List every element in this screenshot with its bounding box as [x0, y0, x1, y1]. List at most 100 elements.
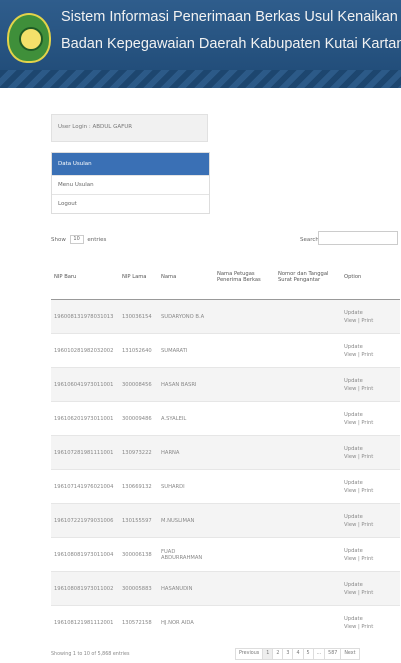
cell-option: Update View | Print: [341, 333, 400, 368]
table-row: 196107281981111001 130973222 HARNA Update Vi…: [51, 435, 400, 470]
menu-item-data-usulan[interactable]: Data Usulan: [52, 153, 209, 175]
cell-nomor-surat: [275, 401, 341, 436]
cell-nama: SUHARDI: [158, 469, 214, 504]
cell-nama: FUAD ABDURRAHMAN: [158, 537, 214, 572]
cell-nama: M.NUSLIMAN: [158, 503, 214, 538]
col-nip-baru[interactable]: NIP Baru: [51, 255, 119, 300]
show-label: Show: [51, 237, 66, 243]
cell-nomor-surat: [275, 469, 341, 504]
cell-nip-baru: 196008131978031013: [51, 299, 119, 334]
cell-nip-baru: 196107281981111001: [51, 435, 119, 470]
update-link[interactable]: Update: [344, 411, 397, 419]
table-row: 196107221979031006 130155597 M.NUSLIMAN Upd…: [51, 503, 400, 538]
side-menu: Data Usulan Menu Usulan Logout: [51, 152, 210, 214]
update-link[interactable]: Update: [344, 615, 397, 623]
table-row: 196010281982032002 131052640 SUMARATI Updat…: [51, 333, 400, 368]
cell-nama: SUMARATI: [158, 333, 214, 368]
menu-item-logout[interactable]: Logout: [52, 194, 209, 213]
cell-nip-lama: 130973222: [119, 435, 158, 470]
cell-nip-baru: 196107221979031006: [51, 503, 119, 538]
view-print-link[interactable]: View | Print: [344, 385, 397, 393]
cell-option: Update View | Print: [341, 367, 400, 402]
cell-nip-lama: 300005883: [119, 571, 158, 606]
view-print-link[interactable]: View | Print: [344, 555, 397, 563]
cell-option: Update View | Print: [341, 605, 400, 639]
update-link[interactable]: Update: [344, 513, 397, 521]
cell-nomor-surat: [275, 571, 341, 606]
cell-option: Update View | Print: [341, 435, 400, 470]
pagination: Previous 1 2 3 4 5... 587 Next: [235, 648, 360, 660]
view-print-link[interactable]: View | Print: [344, 623, 397, 631]
update-link[interactable]: Update: [344, 547, 397, 555]
header-title: Sistem Informasi Penerimaan Berkas Usul …: [61, 9, 401, 25]
cell-nip-baru: 196108121981112001: [51, 605, 119, 639]
cell-nama: HASANUDIN: [158, 571, 214, 606]
kutai-kartanegara-logo-icon: [7, 13, 51, 63]
page-button[interactable]: Previous: [235, 648, 264, 660]
table-row: 196106201973011001 300009486 A.SYALEIL Upda…: [51, 401, 400, 436]
cell-option: Update View | Print: [341, 503, 400, 538]
table-row: 196008131978031013 130036154 SUDARYONO B.A…: [51, 299, 400, 334]
page-length-select[interactable]: 10: [69, 235, 84, 244]
cell-nomor-surat: [275, 435, 341, 470]
site-header: Sistem Informasi Penerimaan Berkas Usul …: [0, 0, 401, 88]
cell-nip-baru: 196010281982032002: [51, 333, 119, 368]
cell-petugas: [214, 503, 275, 538]
cell-nip-baru: 196108081973011004: [51, 537, 119, 572]
view-print-link[interactable]: View | Print: [344, 589, 397, 597]
entries-label: entries: [87, 237, 107, 243]
table-row: 196107141976021004 130669132 SUHARDI Update…: [51, 469, 400, 504]
view-print-link[interactable]: View | Print: [344, 419, 397, 427]
view-print-link[interactable]: View | Print: [344, 453, 397, 461]
cell-petugas: [214, 367, 275, 402]
update-link[interactable]: Update: [344, 479, 397, 487]
cell-petugas: [214, 435, 275, 470]
header-subtitle: Badan Kepegawaian Daerah Kabupaten Kutai…: [61, 36, 401, 52]
search-input[interactable]: [318, 231, 398, 245]
table-row: 196108081973011002 300005883 HASANUDIN Upda…: [51, 571, 400, 606]
header-decorative-band: [0, 70, 401, 88]
update-link[interactable]: Update: [344, 445, 397, 453]
update-link[interactable]: Update: [344, 343, 397, 351]
cell-petugas: [214, 605, 275, 639]
cell-nip-baru: 196106201973011001: [51, 401, 119, 436]
view-print-link[interactable]: View | Print: [344, 487, 397, 495]
table-info: Showing 1 to 10 of 5,868 entries: [51, 652, 130, 657]
cell-petugas: [214, 299, 275, 334]
menu-item-menu-usulan[interactable]: Menu Usulan: [52, 175, 209, 194]
cell-nama: A.SYALEIL: [158, 401, 214, 436]
page-button[interactable]: Next: [340, 648, 360, 660]
cell-nama: HJ.NOR AIDA: [158, 605, 214, 639]
cell-petugas: [214, 571, 275, 606]
update-link[interactable]: Update: [344, 309, 397, 317]
cell-nip-lama: 131052640: [119, 333, 158, 368]
cell-nip-lama: 300009486: [119, 401, 158, 436]
col-nomor-surat[interactable]: Nomor dan Tanggal Surat Pengantar: [275, 255, 341, 300]
page-button[interactable]: 587: [324, 648, 342, 660]
cell-nama: SUDARYONO B.A: [158, 299, 214, 334]
cell-nip-lama: 300006138: [119, 537, 158, 572]
cell-option: Update View | Print: [341, 401, 400, 436]
cell-nomor-surat: [275, 503, 341, 538]
cell-nomor-surat: [275, 605, 341, 639]
col-petugas[interactable]: Nama Petugas Penerima Berkas: [214, 255, 275, 300]
table-row: 196108081973011004 300006138 FUAD ABDURRAH…: [51, 537, 400, 572]
cell-nip-baru: 196106041973011001: [51, 367, 119, 402]
col-option[interactable]: Option: [341, 255, 400, 300]
cell-petugas: [214, 469, 275, 504]
cell-nip-lama: 130572158: [119, 605, 158, 639]
col-nip-lama[interactable]: NIP Lama: [119, 255, 158, 300]
view-print-link[interactable]: View | Print: [344, 317, 397, 325]
update-link[interactable]: Update: [344, 377, 397, 385]
cell-nip-baru: 196108081973011002: [51, 571, 119, 606]
view-print-link[interactable]: View | Print: [344, 351, 397, 359]
update-link[interactable]: Update: [344, 581, 397, 589]
cell-option: Update View | Print: [341, 299, 400, 334]
page-length-control: Show 10 entries: [51, 235, 106, 244]
cell-nip-lama: 300008456: [119, 367, 158, 402]
col-nama[interactable]: Nama: [158, 255, 214, 300]
cell-nip-lama: 130036154: [119, 299, 158, 334]
cell-nomor-surat: [275, 299, 341, 334]
user-login-info: User Login : ABDUL GAFUR: [51, 114, 208, 142]
view-print-link[interactable]: View | Print: [344, 521, 397, 529]
